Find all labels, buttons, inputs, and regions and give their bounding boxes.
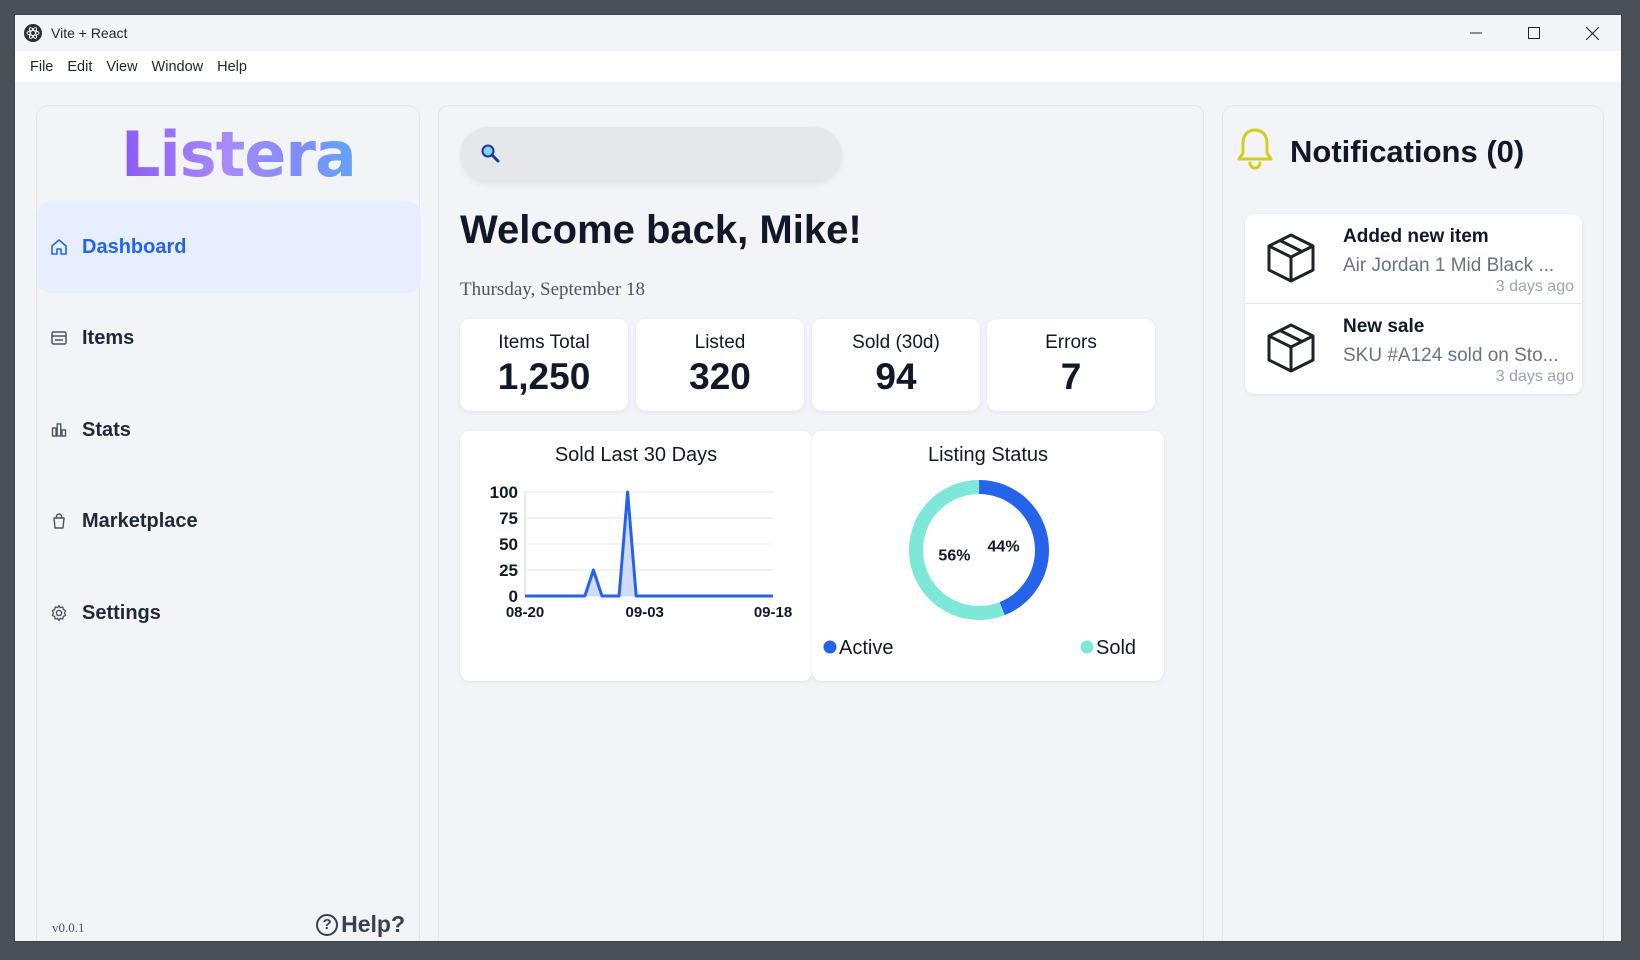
help-link[interactable]: ? Help? xyxy=(316,911,405,938)
electron-app-icon xyxy=(24,24,42,42)
y-tick-label: 25 xyxy=(499,561,518,580)
stat-card-listed: Listed 320 xyxy=(636,319,804,411)
minimize-button[interactable] xyxy=(1447,15,1505,51)
help-label: Help? xyxy=(341,911,405,937)
logo: Listera xyxy=(121,118,357,191)
sidebar-item-label: Marketplace xyxy=(82,509,198,532)
x-tick-label: 09-18 xyxy=(754,604,792,621)
notifications-title: Notifications (0) xyxy=(1290,133,1525,169)
stat-value: 94 xyxy=(875,356,917,397)
stat-label: Sold (30d) xyxy=(852,332,940,353)
close-button[interactable] xyxy=(1563,15,1621,51)
bell-icon[interactable] xyxy=(1234,126,1276,177)
stat-label: Errors xyxy=(1045,332,1097,353)
notification-body: Air Jordan 1 Mid Black ... xyxy=(1343,255,1555,276)
sidebar-item-marketplace[interactable]: Marketplace xyxy=(37,475,421,567)
notification-body: SKU #A124 sold on Sto... xyxy=(1343,345,1559,366)
sold-area-chart: 100755025008-20 09-03 09-18 xyxy=(490,483,793,621)
sidebar-item-stats[interactable]: Stats xyxy=(37,384,421,476)
page-title: Welcome back, Mike! xyxy=(460,208,862,252)
notification-list: Added new item Air Jordan 1 Mid Black ..… xyxy=(1245,214,1582,394)
stat-card-errors: Errors 7 xyxy=(987,319,1155,411)
search-icon xyxy=(480,143,500,168)
listing-status-card: Listing Status 44% 56% Active Sold xyxy=(812,431,1164,681)
notifications-panel: Notifications (0) Added new item Air Jor… xyxy=(1222,105,1604,941)
sidebar-item-dashboard[interactable]: Dashboard xyxy=(37,201,421,293)
current-date: Thursday, September 18 xyxy=(460,279,646,300)
notification-title: New sale xyxy=(1343,316,1425,337)
stat-card-sold: Sold (30d) 94 xyxy=(812,319,980,411)
y-tick-label: 50 xyxy=(499,535,518,554)
sold-chart-card: Sold Last 30 Days 100 75 50 25 0 08-20 09-03 09… xyxy=(460,431,812,681)
sidebar-item-settings[interactable]: Settings xyxy=(37,567,421,659)
question-icon: ? xyxy=(316,913,339,936)
menu-view[interactable]: View xyxy=(99,59,144,75)
x-tick-label: 09-03 xyxy=(626,604,664,621)
stat-label: Listed xyxy=(694,332,746,353)
legend-label-sold: Sold xyxy=(1096,637,1136,659)
sidebar: Listera Dashboard Items Stats Marketplac… xyxy=(36,105,421,941)
y-tick-label: 75 xyxy=(499,509,518,528)
stat-value: 320 xyxy=(689,356,751,397)
list-icon xyxy=(50,329,68,347)
menu-window[interactable]: Window xyxy=(145,59,211,75)
bar-chart-icon xyxy=(50,421,68,439)
menu-edit[interactable]: Edit xyxy=(60,59,99,75)
notification-item[interactable]: Added new item Air Jordan 1 Mid Black ..… xyxy=(1245,214,1582,304)
package-icon xyxy=(1265,232,1317,289)
stat-label: Items Total xyxy=(498,332,590,353)
listing-status-donut: 44% 56% Active Sold xyxy=(823,480,1136,659)
version-label: v0.0.1 xyxy=(52,920,85,935)
app-window: Vite + React File Edit View Window Help … xyxy=(14,14,1622,942)
title-bar: Vite + React xyxy=(15,15,1621,51)
window-title: Vite + React xyxy=(51,25,128,41)
search-bar[interactable] xyxy=(460,127,842,183)
slice-label: 44% xyxy=(988,538,1020,555)
legend-swatch-sold xyxy=(1080,640,1094,654)
legend-swatch-active xyxy=(823,640,837,654)
shopping-bag-icon xyxy=(50,512,68,530)
main-content: Welcome back, Mike! Thursday, September … xyxy=(438,105,1204,941)
gear-icon xyxy=(50,604,68,622)
sidebar-item-label: Settings xyxy=(82,601,161,624)
stat-value: 7 xyxy=(1060,356,1082,397)
notification-title: Added new item xyxy=(1343,226,1489,247)
notification-item[interactable]: New sale SKU #A124 sold on Sto... 3 days… xyxy=(1245,304,1582,394)
notification-time: 3 days ago xyxy=(1495,278,1574,295)
sidebar-item-label: Stats xyxy=(82,418,131,441)
sidebar-item-label: Items xyxy=(82,326,135,349)
maximize-button[interactable] xyxy=(1505,15,1563,51)
stat-card-items-total: Items Total 1,250 xyxy=(460,319,628,411)
x-tick-label: 08-20 xyxy=(506,604,544,621)
search-input[interactable] xyxy=(510,146,830,164)
menu-help[interactable]: Help xyxy=(210,59,254,75)
package-icon xyxy=(1265,322,1317,379)
sidebar-item-label: Dashboard xyxy=(82,235,187,258)
slice-label: 56% xyxy=(938,548,970,565)
stat-value: 1,250 xyxy=(497,356,591,397)
menu-file[interactable]: File xyxy=(23,59,60,75)
menu-bar: File Edit View Window Help xyxy=(15,51,1621,83)
legend-label-active: Active xyxy=(839,637,893,659)
notification-time: 3 days ago xyxy=(1495,368,1574,385)
home-icon xyxy=(50,238,68,256)
y-tick-label: 100 xyxy=(490,483,518,502)
sidebar-item-items[interactable]: Items xyxy=(37,292,421,384)
